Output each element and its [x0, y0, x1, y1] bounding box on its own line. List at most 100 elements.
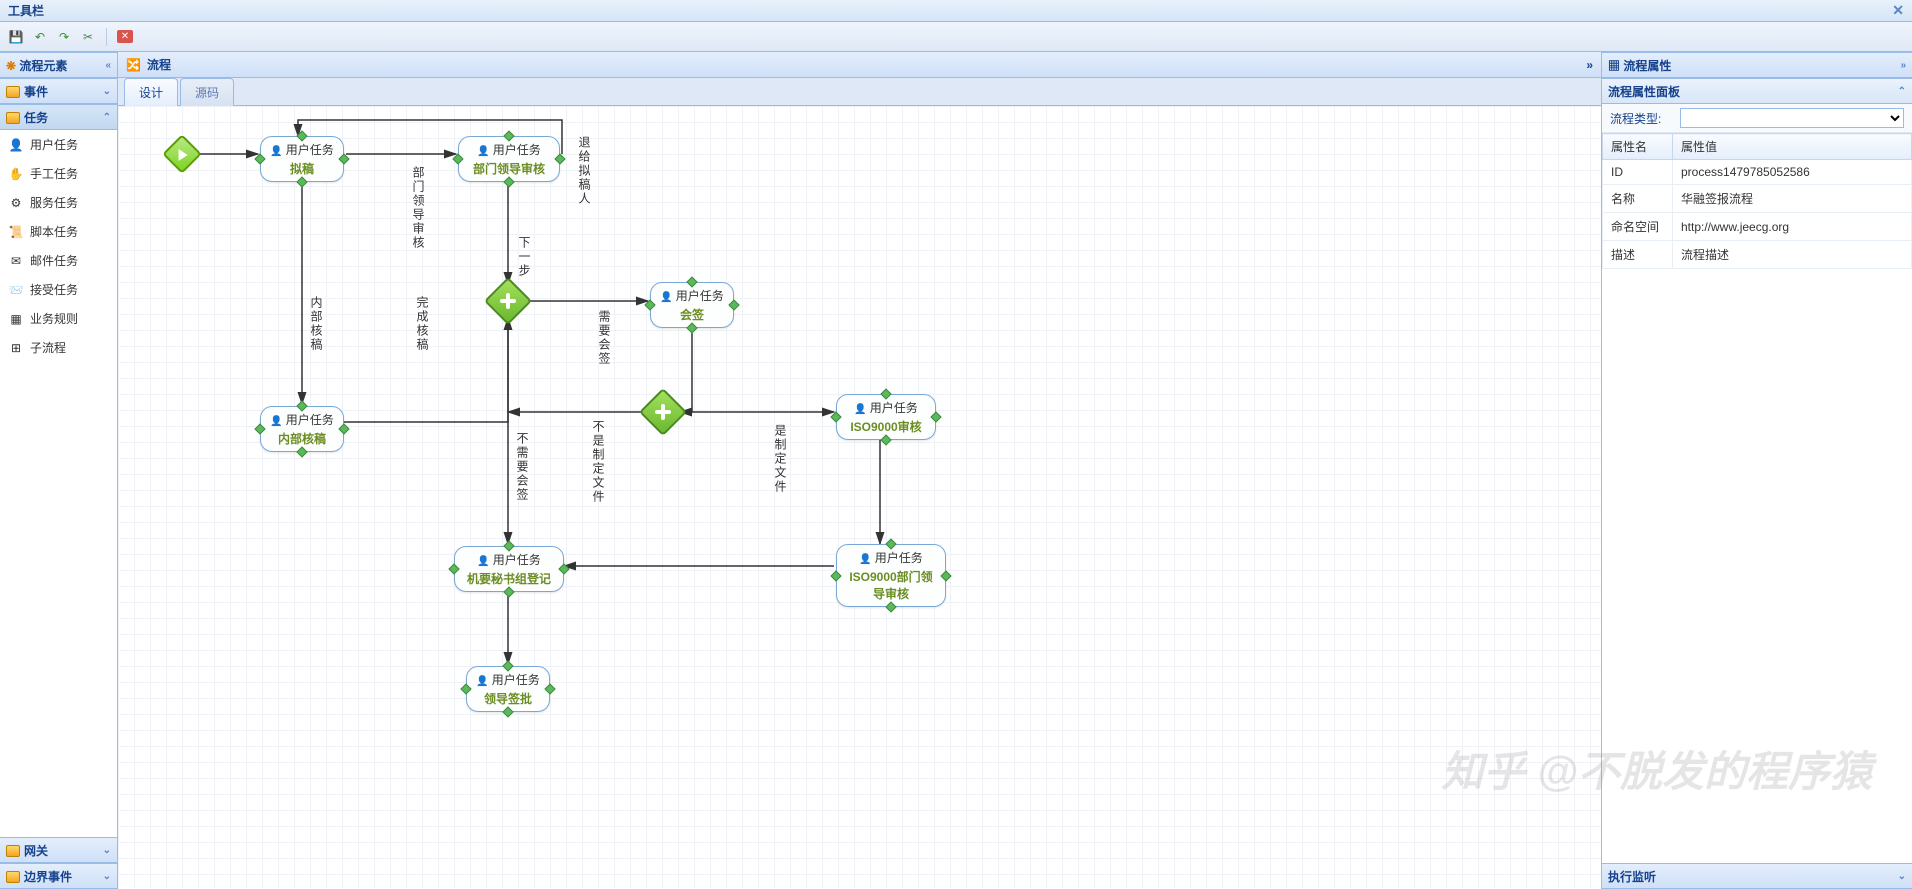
- chevron-up-icon: ⌃: [1898, 86, 1906, 97]
- tab-design[interactable]: 设计: [124, 78, 178, 106]
- sidebar-right: ▦ 流程属性 » 流程属性面板 ⌃ 流程类型: 属性名属性值 IDprocess…: [1602, 52, 1912, 889]
- task-subprocess[interactable]: ⊞子流程: [0, 333, 117, 362]
- rule-icon: ▦: [8, 311, 24, 327]
- task-mail[interactable]: ✉邮件任务: [0, 246, 117, 275]
- user-icon: [477, 143, 489, 157]
- chevron-down-icon: ⌄: [1898, 871, 1906, 882]
- boundary-group[interactable]: 边界事件 ⌄: [0, 863, 117, 889]
- task-receive[interactable]: 📨接受任务: [0, 275, 117, 304]
- edge-label: 是制定文件: [772, 424, 789, 494]
- col-attr-value: 属性值: [1673, 134, 1912, 160]
- toolbar-title: 工具栏: [8, 2, 44, 19]
- user-icon: [477, 553, 489, 567]
- task-list: 👤用户任务 ✋手工任务 ⚙服务任务 📜脚本任务 ✉邮件任务 📨接受任务 ▦业务规…: [0, 130, 117, 837]
- gateway-1[interactable]: [491, 284, 525, 318]
- chevron-collapse-icon: «: [105, 60, 111, 71]
- plus-icon: ⊞: [8, 340, 24, 356]
- chevron-down-icon: ⌄: [103, 845, 111, 856]
- script-icon: 📜: [8, 224, 24, 240]
- redo-icon: ↷: [59, 30, 69, 44]
- user-icon: [854, 401, 866, 415]
- cut-button[interactable]: ✂: [78, 27, 98, 47]
- table-row[interactable]: 命名空间http://www.jeecg.org: [1603, 213, 1912, 241]
- table-row[interactable]: IDprocess1479785052586: [1603, 160, 1912, 185]
- undo-button[interactable]: ↶: [30, 27, 50, 47]
- mail-icon: ✉: [8, 253, 24, 269]
- separator: [106, 28, 107, 46]
- elements-panel-title[interactable]: ❋ 流程元素 «: [0, 52, 117, 78]
- col-attr-name: 属性名: [1603, 134, 1673, 160]
- gateway-group[interactable]: 网关 ⌄: [0, 837, 117, 863]
- node-secretary[interactable]: 用户任务 机要秘书组登记: [454, 546, 564, 592]
- tabs: 设计 源码: [118, 78, 1601, 106]
- events-group[interactable]: 事件 ⌄: [0, 78, 117, 104]
- delete-button[interactable]: ✕: [115, 27, 135, 47]
- user-icon: [859, 551, 871, 565]
- task-manual[interactable]: ✋手工任务: [0, 159, 117, 188]
- flow-type-row: 流程类型:: [1602, 104, 1912, 133]
- hand-icon: ✋: [8, 166, 24, 182]
- node-iso-review[interactable]: 用户任务 ISO9000审核: [836, 394, 936, 440]
- close-icon[interactable]: ✕: [1892, 2, 1904, 19]
- user-icon: [476, 673, 488, 687]
- flow-icon: 🔀: [126, 58, 141, 72]
- cut-icon: ✂: [83, 30, 93, 44]
- task-service[interactable]: ⚙服务任务: [0, 188, 117, 217]
- toolbar-buttons: 💾 ↶ ↷ ✂ ✕: [0, 22, 1912, 52]
- table-row[interactable]: 描述流程描述: [1603, 241, 1912, 269]
- edge-label: 不需要会签: [514, 432, 531, 502]
- folder-icon: [6, 86, 20, 98]
- edge-label: 退给拟稿人: [576, 136, 593, 206]
- task-rule[interactable]: ▦业务规则: [0, 304, 117, 333]
- folder-icon: [6, 845, 20, 857]
- edge-label: 不是制定文件: [590, 420, 607, 504]
- gear-icon: ⚙: [8, 195, 24, 211]
- edge-label: 内部核稿: [308, 296, 325, 352]
- flow-type-select[interactable]: [1680, 108, 1904, 128]
- edge-label: 完成核稿: [414, 296, 431, 352]
- edge-label: 需要会签: [596, 310, 613, 366]
- gateway-2[interactable]: [646, 395, 680, 429]
- task-user[interactable]: 👤用户任务: [0, 130, 117, 159]
- props-panel-title[interactable]: 流程属性面板 ⌃: [1602, 78, 1912, 104]
- chevron-collapse-icon[interactable]: »: [1586, 58, 1593, 72]
- start-node[interactable]: [168, 140, 196, 168]
- folder-icon: [6, 871, 20, 883]
- save-button[interactable]: 💾: [6, 27, 26, 47]
- tasks-group[interactable]: 任务 ⌃: [0, 104, 117, 130]
- toolbar-header: 工具栏 ✕: [0, 0, 1912, 22]
- canvas[interactable]: 用户任务 拟稿 用户任务 部门领导审核 用户任务 内部核稿 用户任务: [118, 106, 1601, 889]
- user-icon: 👤: [8, 137, 24, 153]
- chevron-down-icon: ⌄: [103, 871, 111, 882]
- node-cosign[interactable]: 用户任务 会签: [650, 282, 734, 328]
- user-icon: [270, 413, 282, 427]
- save-icon: 💾: [9, 30, 24, 44]
- task-script[interactable]: 📜脚本任务: [0, 217, 117, 246]
- flow-type-label: 流程类型:: [1610, 110, 1680, 127]
- chevron-up-icon: ⌃: [103, 112, 111, 123]
- center-title: 流程: [147, 56, 171, 73]
- props-title[interactable]: ▦ 流程属性 »: [1602, 52, 1912, 78]
- chevron-down-icon: ⌄: [103, 86, 111, 97]
- node-dept-review[interactable]: 用户任务 部门领导审核: [458, 136, 560, 182]
- inbox-icon: 📨: [8, 282, 24, 298]
- chevron-collapse-icon: »: [1900, 60, 1906, 71]
- center-panel: 🔀 流程 » 设计 源码: [118, 52, 1602, 889]
- table-row[interactable]: 名称华融签报流程: [1603, 185, 1912, 213]
- node-iso-dept[interactable]: 用户任务 ISO9000部门领导审核: [836, 544, 946, 607]
- listener-panel[interactable]: 执行监听 ⌄: [1602, 863, 1912, 889]
- node-draft[interactable]: 用户任务 拟稿: [260, 136, 344, 182]
- edge-label: 下一步: [516, 236, 533, 278]
- node-leader-approve[interactable]: 用户任务 领导签批: [466, 666, 550, 712]
- redo-button[interactable]: ↷: [54, 27, 74, 47]
- user-icon: [660, 289, 672, 303]
- edge-label: 部门领导审核: [410, 166, 427, 250]
- delete-icon: ✕: [117, 30, 133, 43]
- center-header: 🔀 流程 »: [118, 52, 1601, 78]
- tab-source[interactable]: 源码: [180, 78, 234, 106]
- folder-icon: [6, 112, 20, 124]
- undo-icon: ↶: [35, 30, 45, 44]
- grid-icon: ▦: [1608, 59, 1620, 73]
- elements-icon: ❋: [6, 59, 16, 73]
- node-internal-review[interactable]: 用户任务 内部核稿: [260, 406, 344, 452]
